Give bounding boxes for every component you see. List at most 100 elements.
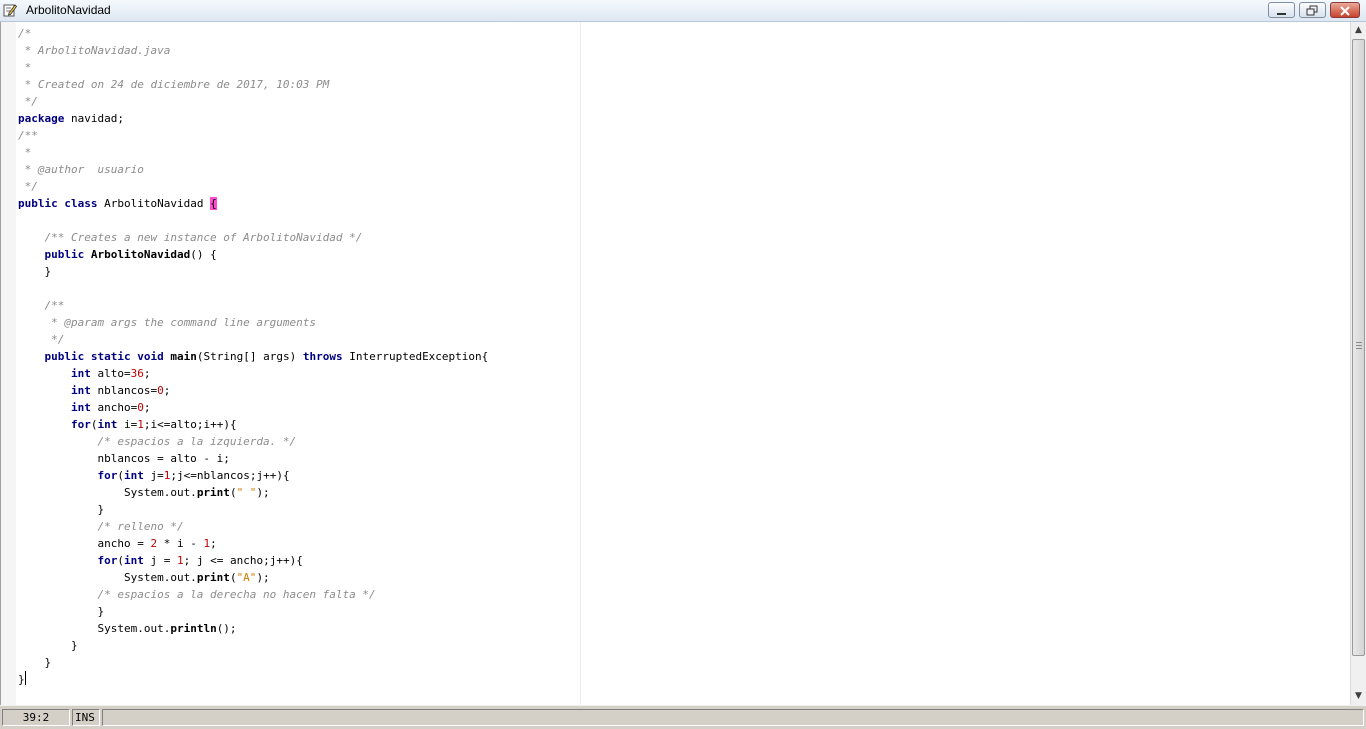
code-line[interactable]: * @param args the command line arguments	[18, 314, 488, 331]
editor-gutter	[1, 22, 16, 705]
code-line[interactable]: /** Creates a new instance of ArbolitoNa…	[18, 229, 488, 246]
code-line[interactable]: for(int i=1;i<=alto;i++){	[18, 416, 488, 433]
code-line[interactable]: package navidad;	[18, 110, 488, 127]
code-token: nblancos = alto - i;	[18, 452, 230, 465]
code-token: package	[18, 112, 65, 125]
code-line[interactable]: nblancos = alto - i;	[18, 450, 488, 467]
code-line[interactable]: */	[18, 331, 488, 348]
code-token: void	[137, 350, 164, 363]
code-line[interactable]: * ArbolitoNavidad.java	[18, 42, 488, 59]
code-token: * @param args the command line arguments	[18, 316, 317, 329]
scrollbar-thumb[interactable]	[1352, 39, 1365, 656]
code-line[interactable]: */	[18, 93, 488, 110]
code-line[interactable]: for(int j=1;j<=nblancos;j++){	[18, 467, 488, 484]
code-token: alto=	[90, 367, 131, 380]
code-token: InterruptedException{	[342, 350, 489, 363]
code-line[interactable]: int alto=36;	[18, 365, 488, 382]
code-token: *	[18, 61, 32, 74]
code-line[interactable]: *	[18, 144, 488, 161]
source-code[interactable]: /* * ArbolitoNavidad.java * * Created on…	[18, 25, 488, 688]
code-token: ancho=	[90, 401, 138, 414]
code-line[interactable]: int ancho=0;	[18, 399, 488, 416]
code-line[interactable]: *	[18, 59, 488, 76]
code-token: int	[123, 554, 144, 567]
code-token: navidad;	[64, 112, 124, 125]
code-token: () {	[190, 248, 217, 261]
window-title: ArbolitoNavidad	[26, 3, 111, 17]
close-button[interactable]	[1330, 2, 1360, 18]
code-line[interactable]: public ArbolitoNavidad() {	[18, 246, 488, 263]
code-line[interactable]: System.out.println();	[18, 620, 488, 637]
code-token: 1	[176, 554, 184, 567]
code-token: */	[18, 180, 38, 193]
cursor-position: 39:2	[2, 709, 70, 726]
status-message-area	[102, 709, 1364, 726]
code-token: *	[18, 146, 32, 159]
code-line[interactable]: public static void main(String[] args) t…	[18, 348, 489, 365]
code-token: ArbolitoNavidad	[90, 248, 191, 261]
code-token: j =	[143, 554, 177, 567]
code-token: */	[18, 95, 38, 108]
code-line[interactable]: */	[18, 178, 488, 195]
code-line[interactable]: }	[18, 671, 488, 688]
code-token: 0	[137, 401, 144, 414]
code-token: int	[70, 384, 91, 397]
code-token: class	[64, 197, 98, 210]
scroll-down-arrow-icon[interactable]: ▼	[1351, 688, 1366, 704]
code-line[interactable]: /* espacios a la izquierda. */	[18, 433, 488, 450]
matched-brace: {	[210, 197, 217, 210]
code-line[interactable]: }	[18, 603, 488, 620]
code-line[interactable]: }	[18, 654, 488, 671]
code-token: );	[256, 571, 270, 584]
scroll-up-arrow-icon[interactable]: ▲	[1351, 22, 1366, 38]
minimize-button[interactable]	[1268, 2, 1295, 18]
code-token: throws	[302, 350, 343, 363]
code-line[interactable]: }	[18, 263, 488, 280]
code-token: /* espacios a la izquierda. */	[18, 435, 297, 448]
code-line[interactable]: ancho = 2 * i - 1;	[18, 535, 488, 552]
code-line[interactable]: for(int j = 1; j <= ancho;j++){	[18, 552, 488, 569]
code-line[interactable]: * @author usuario	[18, 161, 488, 178]
code-line[interactable]: /* relleno */	[18, 518, 488, 535]
code-token: */	[18, 333, 65, 346]
code-line[interactable]: /**	[18, 127, 488, 144]
code-token: /* espacios a la derecha no hacen falta …	[18, 588, 376, 601]
code-token: ancho =	[18, 537, 151, 550]
code-token: int	[123, 469, 144, 482]
close-icon	[1340, 6, 1350, 16]
code-editor[interactable]: /* * ArbolitoNavidad.java * * Created on…	[0, 22, 1350, 705]
code-line[interactable]: int nblancos=0;	[18, 382, 488, 399]
code-line[interactable]: }	[18, 501, 488, 518]
code-token: public	[44, 350, 85, 363]
code-line[interactable]: * Created on 24 de diciembre de 2017, 10…	[18, 76, 488, 93]
title-bar: ArbolitoNavidad	[0, 0, 1366, 22]
code-line[interactable]: public class ArbolitoNavidad {	[18, 195, 488, 212]
thumb-grip	[1356, 342, 1362, 343]
code-token: print	[196, 571, 230, 584]
code-line[interactable]: /* espacios a la derecha no hacen falta …	[18, 586, 488, 603]
code-line[interactable]: /**	[18, 297, 488, 314]
code-line[interactable]: System.out.print(" ");	[18, 484, 488, 501]
code-line[interactable]	[18, 212, 488, 229]
code-token: * @author usuario	[18, 163, 144, 176]
code-token: (	[117, 469, 124, 482]
code-line[interactable]: }	[18, 637, 488, 654]
restore-button[interactable]	[1299, 2, 1326, 18]
code-token: /*	[18, 27, 32, 40]
code-token: ;i<=alto;i++){	[143, 418, 237, 431]
code-line[interactable]	[18, 280, 488, 297]
code-token: ;	[163, 384, 171, 397]
code-line[interactable]: /*	[18, 25, 488, 42]
code-line[interactable]: System.out.print("A");	[18, 569, 488, 586]
code-token: /* relleno */	[18, 520, 184, 533]
code-token: }	[18, 673, 25, 686]
vertical-scrollbar[interactable]: ▲ ▼	[1350, 22, 1366, 705]
code-token: ArbolitoNavidad	[97, 197, 211, 210]
thumb-grip	[1356, 348, 1362, 349]
code-token: }	[18, 639, 78, 652]
